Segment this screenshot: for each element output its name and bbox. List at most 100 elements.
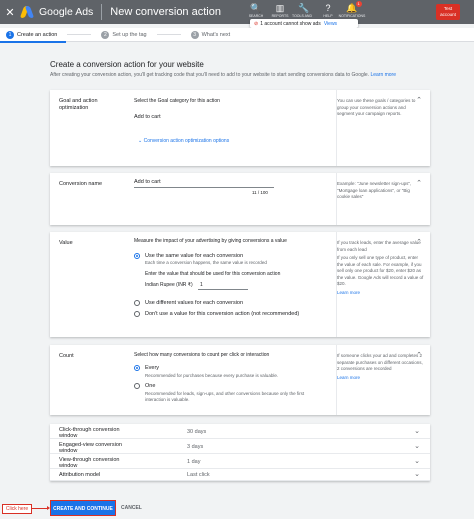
brand-name: Google Ads [39, 6, 94, 18]
search-icon: 🔍 [250, 3, 262, 13]
chevron-down-icon: ⌄ [414, 443, 420, 450]
count-help-text: If someone clicks your ad and completes … [337, 353, 423, 371]
option-same-value[interactable]: Use the same value for each conversion [145, 253, 243, 259]
goal-category-select[interactable]: Add to cart [134, 114, 161, 120]
tools-icon: 🔧 [298, 3, 310, 13]
conversion-name-card: Conversion name Add to cart 11 / 100 Exa… [50, 173, 430, 225]
click-here-annotation: Click here [2, 504, 32, 514]
step-set-up-tag[interactable]: 2 Set up the tag [101, 30, 181, 39]
conversion-settings-list: Click-through conversion window 30 days … [50, 424, 430, 481]
option-one-desc: Recommended for leads, sign-ups, and oth… [145, 391, 305, 402]
row-value: 1 day [187, 459, 201, 465]
option-one[interactable]: One [145, 383, 155, 389]
value-help-text-sales: If you only sell one type of product, en… [337, 255, 424, 286]
goal-card: Goal and action optimization Select the … [50, 90, 430, 166]
engaged-view-window-row[interactable]: Engaged-view conversion window 3 days ⌄ [50, 439, 430, 454]
goal-label: Goal and action optimization [59, 98, 98, 111]
name-help-text: Example: "June newsletter sign-ups", "Mo… [337, 181, 412, 199]
currency-label: Indian Rupee (INR ₹) [145, 282, 193, 288]
value-learn-more-link[interactable]: Learn more [337, 290, 424, 297]
attribution-model-row[interactable]: Attribution model Last click ⌄ [50, 469, 430, 481]
step-number: 3 [190, 30, 199, 39]
step-create-action[interactable]: 1 Create an action [6, 30, 92, 39]
count-label: Count [59, 353, 74, 359]
step-label: What's next [201, 31, 231, 38]
conversion-name-label: Conversion name [59, 181, 103, 187]
view-through-window-row[interactable]: View-through conversion window 1 day ⌄ [50, 454, 430, 469]
description-text: After creating your conversion action, y… [50, 72, 370, 78]
value-card: Value Measure the impact of your adverti… [50, 232, 430, 337]
reports-icon: ▥ [275, 3, 285, 13]
step-number: 1 [6, 30, 14, 39]
arrow-icon [32, 506, 50, 510]
goal-help-text: You can use these goals / categories to … [337, 98, 416, 116]
row-value: 3 days [187, 444, 204, 450]
google-ads-logo [19, 6, 35, 18]
chevron-up-icon[interactable]: ⌃ [416, 351, 422, 359]
conversion-name-input[interactable]: Add to cart [134, 179, 161, 185]
radio-every[interactable] [134, 365, 140, 371]
value-label: Value [59, 240, 73, 246]
chevron-up-icon[interactable]: ⌃ [416, 96, 422, 104]
count-description: Select how many conversions to count per… [134, 352, 270, 358]
option-no-value[interactable]: Don't use a value for this conversion ac… [145, 311, 299, 317]
learn-more-link[interactable]: Learn more [370, 72, 396, 78]
cancel-button[interactable]: CANCEL [121, 500, 142, 516]
section-description: After creating your conversion action, y… [50, 72, 430, 79]
row-label: Click-through conversion window [59, 427, 120, 439]
value-amount-input[interactable]: 1 [200, 282, 203, 288]
chevron-up-icon[interactable]: ⌃ [416, 179, 422, 187]
radio-one[interactable] [134, 383, 140, 389]
divider [101, 4, 103, 20]
chevron-down-icon: ⌄ [414, 471, 420, 478]
row-label: View-through conversion window [59, 457, 120, 469]
option-same-value-desc: Each time a conversion happens, the same… [145, 260, 267, 265]
row-value: 30 days [187, 429, 207, 435]
warning-text: 1 account cannot show ads [260, 20, 321, 27]
notification-badge: 1 [355, 1, 362, 7]
error-icon: ⊘ [254, 20, 259, 27]
page-title: New conversion action [110, 6, 221, 18]
radio-same-value[interactable] [134, 253, 140, 259]
value-description: Measure the impact of your advertising b… [134, 238, 287, 244]
chevron-down-icon: ⌄ [414, 458, 420, 465]
step-label: Create an action [17, 31, 58, 38]
character-counter: 11 / 100 [252, 190, 268, 195]
count-card: Count Select how many conversions to cou… [50, 345, 430, 415]
goal-placeholder: Select the Goal category for this action [134, 98, 220, 104]
active-step-indicator [0, 41, 66, 43]
step-whats-next[interactable]: 3 What's next [190, 30, 231, 39]
value-help: If you track leads, enter the average va… [336, 232, 430, 337]
bell-icon: 🔔 1 [346, 1, 362, 13]
chevron-up-icon[interactable]: ⌃ [416, 238, 422, 246]
create-and-continue-button[interactable]: CREATE AND CONTINUE [50, 500, 116, 516]
input-underline [134, 187, 274, 188]
row-label: Attribution model [59, 472, 101, 478]
step-connector [156, 34, 181, 35]
option-every[interactable]: Every [145, 365, 159, 371]
row-value: Last click [187, 472, 210, 478]
count-learn-more-link[interactable]: Learn more [337, 375, 424, 382]
warning-view-link[interactable]: Views [324, 21, 337, 27]
enter-value-label: Enter the value that should be used for … [145, 271, 281, 277]
row-label: Engaged-view conversion window [59, 442, 122, 454]
account-warning: ⊘ 1 account cannot show ads Views [250, 19, 358, 28]
step-connector [67, 34, 92, 35]
stepper: 1 Create an action 2 Set up the tag 3 Wh… [0, 28, 474, 42]
optimization-options-link[interactable]: ⌄ Conversion action optimization options [138, 138, 229, 144]
input-underline [198, 289, 248, 290]
option-different-values[interactable]: Use different values for each conversion [145, 300, 243, 306]
chevron-down-icon: ⌄ [414, 428, 420, 435]
step-label: Set up the tag [112, 31, 147, 38]
account-button[interactable]: Test account [436, 4, 460, 20]
top-bar: ✕ Google Ads New conversion action 🔍 SEA… [0, 0, 474, 24]
section-heading: Create a conversion action for your webs… [50, 60, 204, 69]
help-icon: ? [325, 3, 331, 13]
radio-different-values[interactable] [134, 300, 140, 306]
option-every-desc: Recommended for purchases because every … [145, 373, 279, 378]
step-number: 2 [101, 30, 110, 39]
close-icon[interactable]: ✕ [0, 6, 20, 19]
click-through-window-row[interactable]: Click-through conversion window 30 days … [50, 424, 430, 439]
value-help-text-leads: If you track leads, enter the average va… [337, 240, 421, 252]
radio-no-value[interactable] [134, 311, 140, 317]
